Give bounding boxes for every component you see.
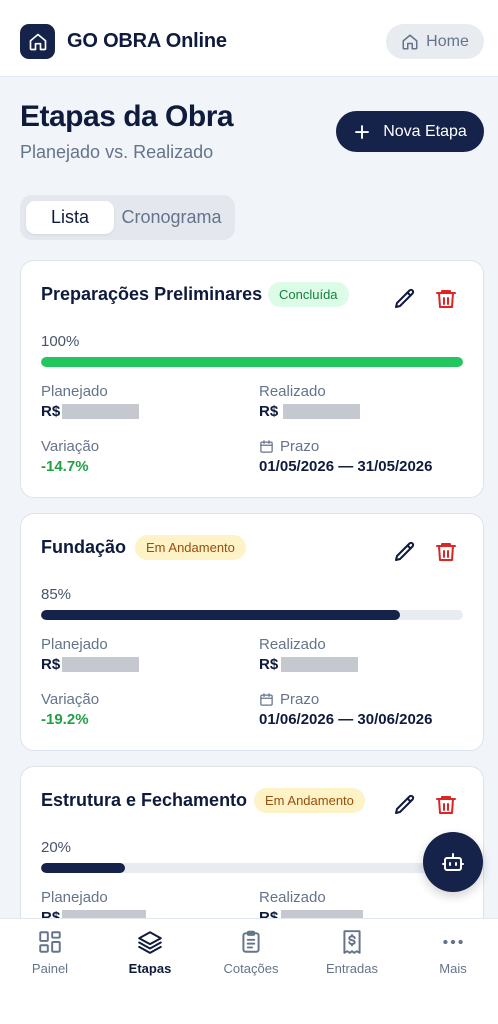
calendar-icon <box>260 693 273 706</box>
page-subtitle: Planejado vs. Realizado <box>20 142 214 162</box>
edit-icon[interactable] <box>393 793 417 817</box>
home-button-label: Home <box>426 32 469 50</box>
masked-value <box>62 657 140 672</box>
home-icon <box>402 34 418 49</box>
actual-label: Realizado <box>259 383 326 400</box>
variation-value: -19.2% <box>41 711 89 728</box>
progress-percent: 85% <box>41 586 72 603</box>
nav-label: Painel <box>31 961 69 976</box>
stage-name: Fundação <box>41 537 127 557</box>
robot-icon <box>442 853 464 871</box>
actual-label: Realizado <box>259 636 326 653</box>
deadline-value: 01/05/2026 — 31/05/2026 <box>259 458 433 475</box>
new-stage-button[interactable]: Nova Etapa <box>336 111 484 152</box>
nav-mais[interactable]: Mais <box>408 929 498 976</box>
status-badge: Em Andamento <box>254 788 365 813</box>
planned-label: Planejado <box>41 889 108 906</box>
assistant-bot-button[interactable] <box>423 832 483 892</box>
planned-value: R$ <box>41 656 140 673</box>
planned-label: Planejado <box>41 636 108 653</box>
new-stage-label: Nova Etapa <box>383 122 467 140</box>
grid-icon <box>39 931 61 953</box>
edit-icon[interactable] <box>393 287 417 311</box>
actual-label: Realizado <box>259 889 326 906</box>
masked-value <box>283 404 361 419</box>
progress-percent: 100% <box>41 333 80 350</box>
plus-icon <box>355 124 370 139</box>
progress-fill <box>41 610 400 620</box>
tab-cronograma[interactable]: Cronograma <box>114 201 229 234</box>
calendar-icon <box>260 440 273 453</box>
planned-label: Planejado <box>41 383 108 400</box>
progress-percent: 20% <box>41 839 72 856</box>
masked-value <box>281 657 359 672</box>
page-title: Etapas da Obra <box>20 100 234 133</box>
variation-value: -14.7% <box>41 458 89 475</box>
status-badge: Em Andamento <box>135 535 246 560</box>
deadline-label: Prazo <box>259 438 319 455</box>
app-header: GO OBRA Online Home <box>0 0 498 77</box>
home-button[interactable]: Home <box>386 24 484 59</box>
nav-label: Mais <box>439 961 467 976</box>
status-badge: Concluída <box>268 282 349 307</box>
app-logo[interactable] <box>20 24 55 59</box>
actual-value: R$ <box>259 403 361 420</box>
trash-icon[interactable] <box>434 287 458 311</box>
variation-label: Variação <box>41 438 100 455</box>
progress-fill <box>41 357 463 367</box>
trash-icon[interactable] <box>434 540 458 564</box>
progress-bar <box>41 357 463 367</box>
variation-label: Variação <box>41 691 100 708</box>
progress-fill <box>41 863 126 873</box>
masked-value <box>62 404 140 419</box>
nav-painel[interactable]: Painel <box>5 929 95 976</box>
nav-entradas[interactable]: Entradas <box>307 929 397 976</box>
actual-value: R$ <box>259 656 359 673</box>
more-icon <box>443 939 463 945</box>
edit-icon[interactable] <box>393 540 417 564</box>
progress-bar <box>41 610 463 620</box>
clipboard-icon <box>242 930 260 953</box>
planned-value: R$ <box>41 403 140 420</box>
bottom-navigation: Painel Etapas Cotações Entradas Mais <box>0 918 498 1024</box>
app-title: GO OBRA Online <box>67 30 227 52</box>
stage-card: Fundação Em Andamento 85% Planejado R$ R… <box>20 513 484 751</box>
stage-name: Preparações Preliminares <box>41 284 263 304</box>
stage-name: Estrutura e Fechamento <box>41 790 248 810</box>
deadline-value: 01/06/2026 — 30/06/2026 <box>259 711 433 728</box>
nav-label: Etapas <box>128 961 172 976</box>
deadline-label: Prazo <box>259 691 319 708</box>
nav-label: Cotações <box>223 961 279 976</box>
nav-etapas[interactable]: Etapas <box>105 929 195 976</box>
tab-lista[interactable]: Lista <box>26 201 114 234</box>
stage-card: Preparações Preliminares Concluída 100% … <box>20 260 484 498</box>
home-icon <box>29 33 46 50</box>
progress-bar <box>41 863 463 873</box>
layers-icon <box>138 931 162 954</box>
nav-label: Entradas <box>325 961 379 976</box>
view-tabs: Lista Cronograma <box>20 195 235 240</box>
receipt-dollar-icon <box>343 930 361 954</box>
nav-cotacoes[interactable]: Cotações <box>206 929 296 976</box>
trash-icon[interactable] <box>434 793 458 817</box>
